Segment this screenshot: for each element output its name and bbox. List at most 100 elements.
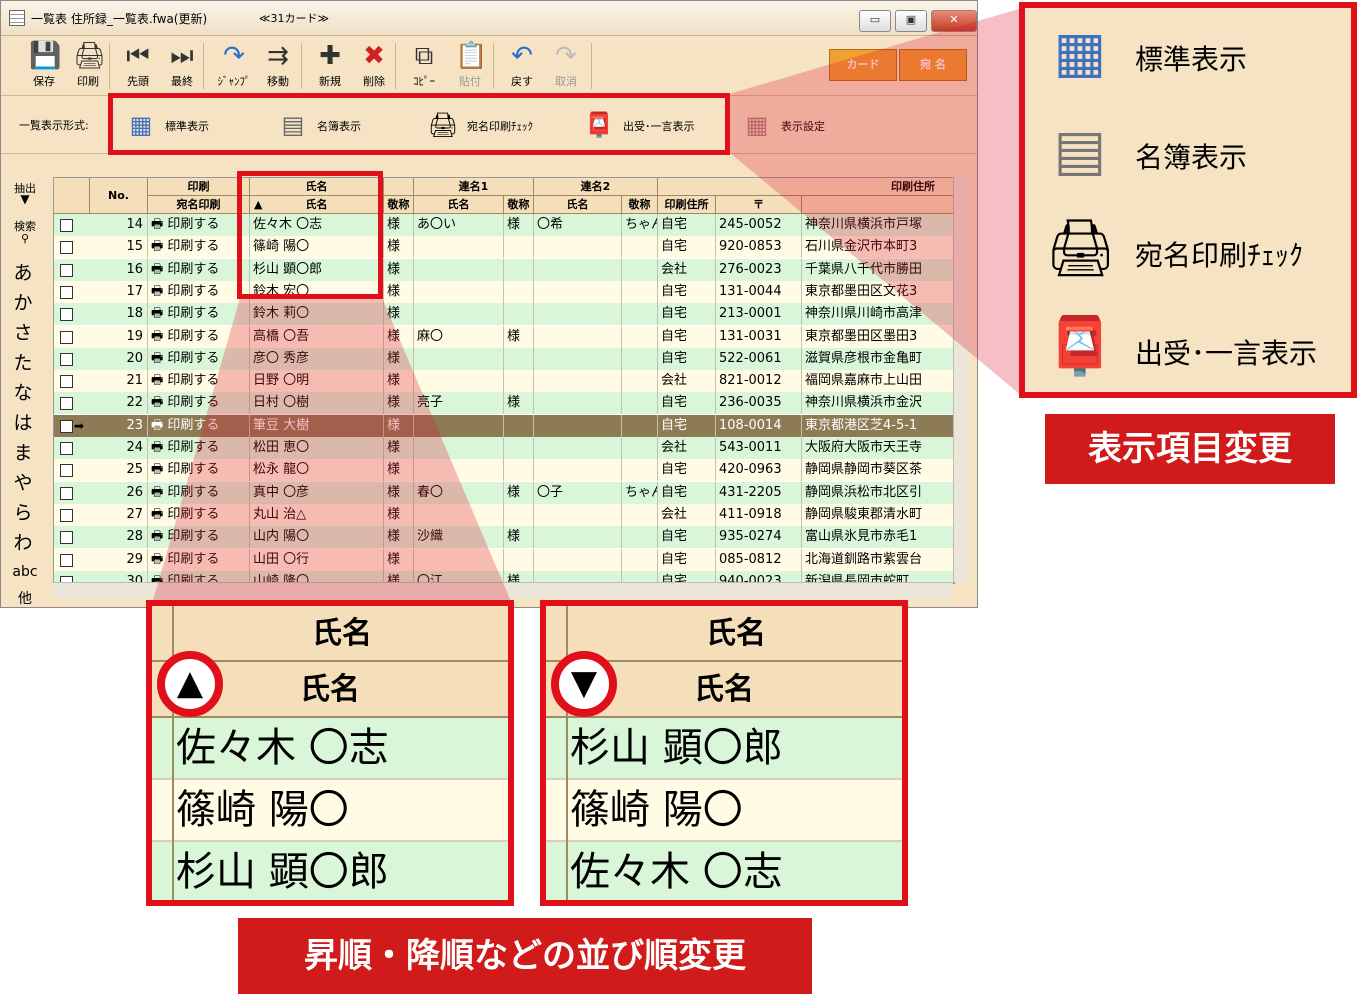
vertical-scrollbar[interactable] bbox=[953, 177, 970, 582]
cell-honorific[interactable]: 様 bbox=[384, 459, 414, 482]
cell-print[interactable]: 🖶 印刷する bbox=[148, 370, 250, 393]
table-row[interactable]: 28 🖶 印刷する 山内 陽〇様沙織様自宅 935-0274 富山県氷見市赤毛1 bbox=[54, 526, 954, 549]
cell-name[interactable]: 日村 〇樹 bbox=[250, 392, 384, 415]
cell-zip[interactable]: 420-0963 bbox=[716, 459, 802, 482]
cell-rel1-name[interactable]: 麻〇 bbox=[414, 325, 504, 348]
table-row[interactable]: 15 🖶 印刷する 篠崎 陽〇様自宅 920-0853 石川県金沢市本町3 bbox=[54, 236, 954, 259]
cell-no[interactable]: 22 bbox=[90, 392, 148, 415]
cell-address-type[interactable]: 会社 bbox=[658, 258, 716, 281]
cell-no[interactable]: 25 bbox=[90, 459, 148, 482]
index-kana-5[interactable]: は bbox=[11, 408, 35, 435]
cell-no[interactable]: 21 bbox=[90, 370, 148, 393]
index-kana-6[interactable]: ま bbox=[11, 438, 35, 465]
cell-honorific[interactable]: 様 bbox=[384, 325, 414, 348]
row-checkbox[interactable] bbox=[60, 531, 73, 545]
cell-rel2-name[interactable] bbox=[534, 258, 622, 281]
cell-rel1-name[interactable] bbox=[414, 503, 504, 526]
cell-rel1-name[interactable]: 沙織 bbox=[414, 526, 504, 549]
cell-rel2-name[interactable]: 〇希 bbox=[534, 214, 622, 236]
cell-name[interactable]: 彦〇 秀彦 bbox=[250, 347, 384, 370]
row-checkbox[interactable] bbox=[60, 263, 73, 277]
maximize-button[interactable]: ▣ bbox=[895, 10, 927, 32]
cell-rel1-honorific[interactable]: 様 bbox=[504, 526, 534, 549]
cell-honorific[interactable]: 様 bbox=[384, 481, 414, 504]
cell-name[interactable]: 松田 恵〇 bbox=[250, 437, 384, 459]
cell-rel2-honorific[interactable] bbox=[622, 280, 658, 303]
cell-print[interactable]: 🖶 印刷する bbox=[148, 548, 250, 571]
toolbar-button-9[interactable]: 📋 貼付 bbox=[449, 39, 491, 93]
cell-zip[interactable]: 245-0052 bbox=[716, 214, 802, 236]
col-header-address-type[interactable]: 印刷住所 bbox=[658, 196, 716, 214]
cell-address-type[interactable]: 自宅 bbox=[658, 548, 716, 571]
cell-rel2-name[interactable] bbox=[534, 503, 622, 526]
table-row[interactable]: 21 🖶 印刷する 日野 〇明様会社 821-0012 福岡県嘉麻市上山田 bbox=[54, 370, 954, 393]
cell-no[interactable]: 24 bbox=[90, 437, 148, 459]
cell-address-type[interactable]: 自宅 bbox=[658, 481, 716, 504]
cell-rel2-honorific[interactable] bbox=[622, 392, 658, 415]
cell-rel1-name[interactable] bbox=[414, 437, 504, 459]
cell-address[interactable]: 静岡県駿東郡清水町 bbox=[802, 503, 954, 526]
cell-rel2-name[interactable] bbox=[534, 303, 622, 326]
cell-honorific[interactable]: 様 bbox=[384, 370, 414, 393]
col-header-print-address[interactable]: 印刷住所 bbox=[658, 178, 954, 196]
cell-rel2-name[interactable] bbox=[534, 548, 622, 571]
cell-no[interactable]: 14 bbox=[90, 214, 148, 236]
col-header-address[interactable] bbox=[802, 196, 954, 214]
cell-rel1-honorific[interactable] bbox=[504, 459, 534, 482]
toolbar-button-3[interactable]: ⏭ 最終 bbox=[161, 39, 203, 93]
cell-zip[interactable]: 131-0031 bbox=[716, 325, 802, 348]
cell-print[interactable]: 🖶 印刷する bbox=[148, 325, 250, 348]
cell-honorific[interactable]: 様 bbox=[384, 526, 414, 549]
cell-zip[interactable]: 935-0274 bbox=[716, 526, 802, 549]
col-header-rel2-honorific[interactable]: 敬称 bbox=[622, 196, 658, 214]
index-abc[interactable]: abc bbox=[5, 564, 45, 580]
table-row[interactable]: 25 🖶 印刷する 松永 龍〇様自宅 420-0963 静岡県静岡市葵区茶 bbox=[54, 459, 954, 482]
cell-zip[interactable]: 108-0014 bbox=[716, 414, 802, 437]
cell-rel1-honorific[interactable] bbox=[504, 503, 534, 526]
table-row[interactable]: 29 🖶 印刷する 山田 〇行様自宅 085-0812 北海道釧路市紫雲台 bbox=[54, 548, 954, 571]
cell-honorific[interactable]: 様 bbox=[384, 392, 414, 415]
col-header-rel2[interactable]: 連名2 bbox=[534, 178, 658, 196]
cell-rel1-name[interactable] bbox=[414, 236, 504, 259]
table-row[interactable]: 22 🖶 印刷する 日村 〇樹様亮子様自宅 236-0035 神奈川県横浜市金沢 bbox=[54, 392, 954, 415]
cell-address-type[interactable]: 自宅 bbox=[658, 347, 716, 370]
cell-no[interactable]: 27 bbox=[90, 503, 148, 526]
row-checkbox[interactable] bbox=[60, 553, 73, 567]
cell-rel1-name[interactable] bbox=[414, 414, 504, 437]
cell-honorific[interactable]: 様 bbox=[384, 280, 414, 303]
cell-rel2-honorific[interactable] bbox=[622, 414, 658, 437]
cell-rel1-honorific[interactable]: 様 bbox=[504, 325, 534, 348]
cell-address[interactable]: 福岡県嘉麻市上山田 bbox=[802, 370, 954, 393]
cell-honorific[interactable]: 様 bbox=[384, 437, 414, 459]
row-checkbox[interactable] bbox=[60, 375, 73, 389]
cell-rel1-name[interactable] bbox=[414, 370, 504, 393]
table-row[interactable]: 26🖶 印刷する真中 〇彦様春〇様〇子ちゃん自宅431-2205静岡県浜松市北区… bbox=[54, 481, 954, 504]
cell-zip[interactable]: 276-0023 bbox=[716, 258, 802, 281]
index-kana-8[interactable]: ら bbox=[11, 498, 35, 525]
cell-honorific[interactable]: 様 bbox=[384, 258, 414, 281]
cell-rel2-honorific[interactable] bbox=[622, 347, 658, 370]
cell-rel2-honorific[interactable] bbox=[622, 503, 658, 526]
close-button[interactable]: ✕ bbox=[931, 10, 977, 32]
cell-rel1-name[interactable]: 春〇 bbox=[414, 481, 504, 504]
col-header-no[interactable]: No. bbox=[90, 178, 148, 214]
cell-honorific[interactable]: 様 bbox=[384, 347, 414, 370]
cell-rel2-name[interactable] bbox=[534, 526, 622, 549]
cell-honorific[interactable]: 様 bbox=[384, 548, 414, 571]
cell-address[interactable]: 大阪府大阪市天王寺 bbox=[802, 437, 954, 459]
cell-honorific[interactable]: 様 bbox=[384, 414, 414, 437]
cell-zip[interactable]: 920-0853 bbox=[716, 236, 802, 259]
cell-address-type[interactable]: 自宅 bbox=[658, 236, 716, 259]
cell-rel2-honorific[interactable] bbox=[622, 303, 658, 326]
toolbar-button-6[interactable]: ✚ 新規 bbox=[309, 39, 351, 93]
toolbar-button-0[interactable]: 💾 保存 bbox=[23, 39, 65, 93]
cell-honorific[interactable]: 様 bbox=[384, 214, 414, 236]
cell-print[interactable]: 🖶 印刷する bbox=[148, 459, 250, 482]
cell-rel1-name[interactable] bbox=[414, 258, 504, 281]
cell-no[interactable]: 26 bbox=[90, 481, 148, 504]
cell-no[interactable]: 20 bbox=[90, 347, 148, 370]
cell-rel2-honorific[interactable] bbox=[622, 258, 658, 281]
cell-address[interactable]: 北海道釧路市紫雲台 bbox=[802, 548, 954, 571]
table-row[interactable]: 19 🖶 印刷する 高橋 〇吾様麻〇様自宅 131-0031 東京都墨田区墨田3 bbox=[54, 325, 954, 348]
table-row[interactable]: 27 🖶 印刷する 丸山 治△ 様会社 411-0918 静岡県駿東郡清水町 bbox=[54, 503, 954, 526]
